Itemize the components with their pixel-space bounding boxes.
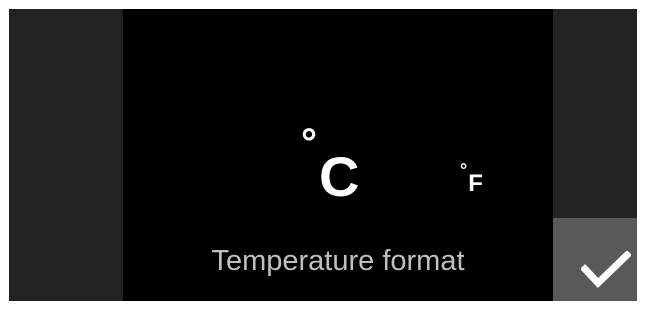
fahrenheit-letter: F: [468, 170, 483, 197]
celsius-letter: C: [319, 145, 360, 208]
fahrenheit-degree-symbol: °: [460, 160, 468, 180]
setting-title: Temperature format: [211, 245, 465, 277]
celsius-degree-symbol: °: [301, 121, 317, 165]
temperature-settings-screen: °C °F Temperature format: [9, 9, 637, 301]
celsius-option[interactable]: °C: [301, 123, 359, 205]
checkmark-icon: [581, 251, 631, 288]
right-side-panel: [553, 9, 637, 218]
left-side-panel: [9, 9, 123, 301]
fahrenheit-option[interactable]: °F: [460, 161, 483, 196]
confirm-button[interactable]: [553, 218, 637, 301]
